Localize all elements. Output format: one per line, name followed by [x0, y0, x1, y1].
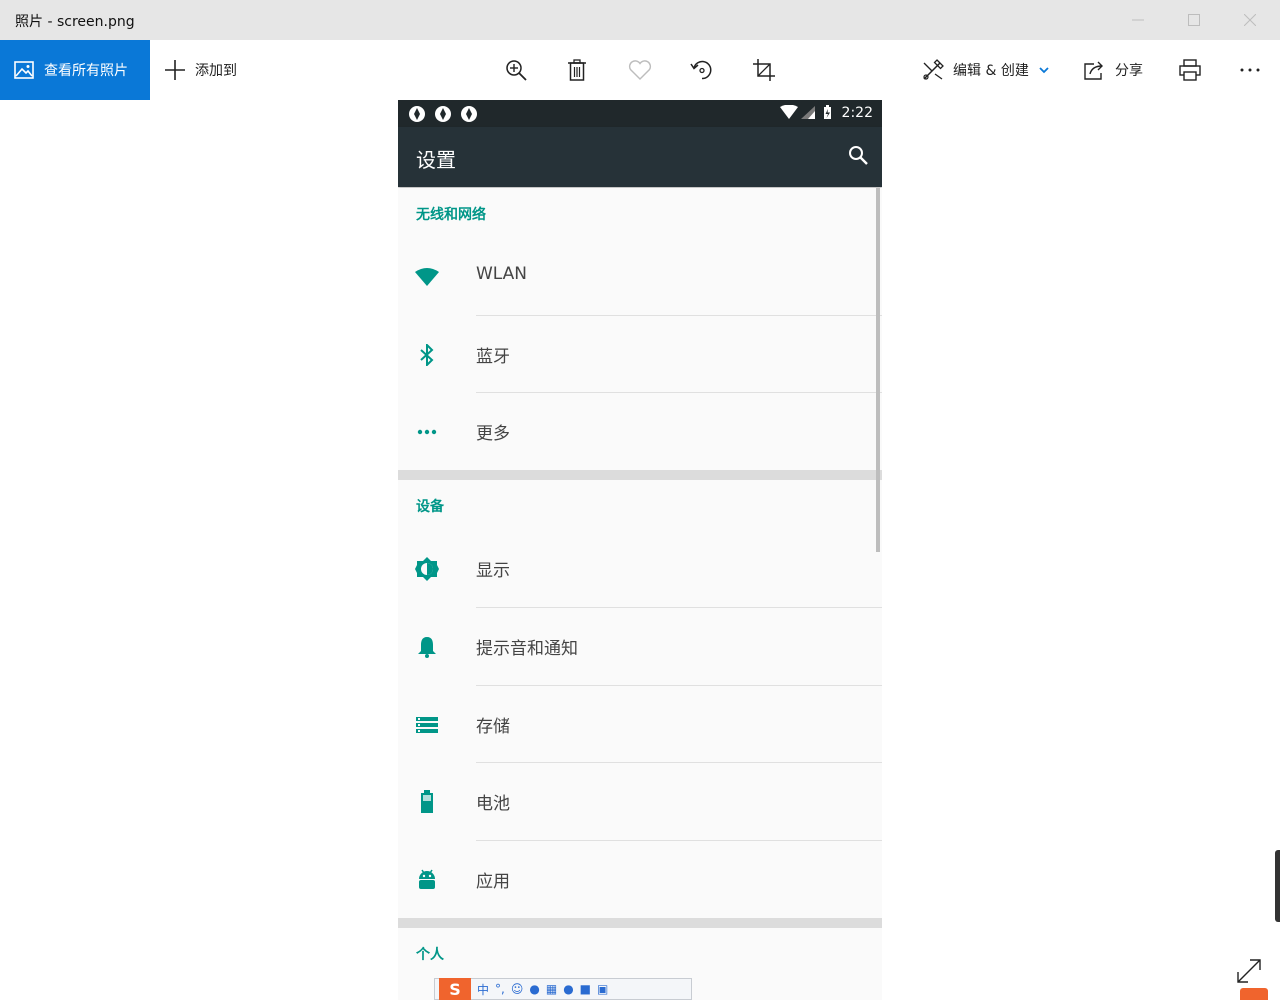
settings-item-sound-notification[interactable]: 提示音和通知 — [398, 608, 882, 685]
close-button[interactable] — [1222, 0, 1278, 40]
add-to-button[interactable]: 添加到 — [164, 40, 237, 100]
printer-icon — [1179, 59, 1201, 81]
photos-toolbar: 查看所有照片 添加到 编辑 & 创建 分享 — [0, 40, 1280, 100]
crop-icon — [753, 59, 775, 81]
settings-item-more[interactable]: 更多 — [398, 393, 882, 470]
settings-item-label: 显示 — [476, 561, 510, 581]
ime-emoji-icon: ☺ — [510, 982, 524, 996]
wifi-icon — [414, 264, 440, 290]
share-icon — [1084, 61, 1103, 80]
maximize-button[interactable] — [1166, 0, 1222, 40]
rotate-button[interactable] — [688, 56, 716, 84]
android-status-bar: 2:22 — [398, 100, 882, 127]
storage-icon — [414, 712, 440, 738]
device-section: 设备 显示 提示音和通知 存储 电池 应用 — [398, 480, 882, 918]
window-title: 照片 - screen.png — [15, 14, 135, 30]
ime-voice-icon: ● — [529, 982, 540, 996]
share-button[interactable]: 分享 — [1084, 40, 1143, 100]
close-icon — [1244, 14, 1256, 26]
ime-skin-icon: ■ — [579, 982, 592, 996]
settings-item-storage[interactable]: 存储 — [398, 686, 882, 763]
settings-item-label: 蓝牙 — [476, 347, 510, 367]
settings-item-label: 电池 — [476, 794, 510, 814]
settings-item-battery[interactable]: 电池 — [398, 763, 882, 840]
section-title: 个人 — [416, 947, 444, 963]
chevron-down-icon — [1039, 67, 1049, 74]
minimize-icon — [1132, 19, 1144, 21]
settings-title: 设置 — [416, 148, 456, 172]
wifi-signal-icon — [780, 105, 798, 119]
view-all-photos-button[interactable]: 查看所有照片 — [0, 40, 150, 100]
section-gap — [398, 470, 882, 480]
settings-item-wlan[interactable]: WLAN — [398, 238, 882, 315]
more-options-button[interactable] — [1236, 56, 1264, 84]
settings-app-bar: 设置 — [398, 127, 882, 187]
settings-item-label: 更多 — [476, 424, 510, 444]
print-button[interactable] — [1176, 56, 1204, 84]
ime-keyboard-icon: ▦ — [545, 982, 558, 996]
status-time: 2:22 — [841, 105, 873, 121]
ime-punctuation-icon: °, — [495, 982, 505, 996]
fullscreen-icon[interactable] — [1236, 958, 1262, 984]
section-gap — [398, 918, 882, 928]
favorite-button[interactable] — [626, 56, 654, 84]
ime-tray-icon — [1240, 988, 1268, 1000]
section-title: 无线和网络 — [416, 207, 486, 223]
brightness-icon — [414, 556, 440, 582]
battery-level-icon — [414, 789, 440, 815]
rotate-icon — [690, 60, 712, 80]
share-label: 分享 — [1115, 63, 1143, 79]
ime-user-icon: ● — [563, 982, 574, 996]
heart-icon — [628, 60, 652, 80]
side-panel-handle[interactable] — [1275, 850, 1280, 922]
photo-gallery-icon — [14, 61, 34, 79]
android-icon — [414, 867, 440, 893]
minimize-button[interactable] — [1110, 0, 1166, 40]
add-to-label: 添加到 — [195, 63, 237, 79]
notification-icons — [409, 106, 477, 122]
edit-create-label: 编辑 & 创建 — [953, 63, 1029, 79]
section-title: 设备 — [416, 499, 444, 515]
zoom-in-icon — [506, 60, 527, 81]
settings-item-label: 提示音和通知 — [476, 639, 578, 659]
settings-item-apps[interactable]: 应用 — [398, 841, 882, 918]
ime-mode: 中 — [477, 982, 490, 997]
search-icon[interactable] — [848, 145, 868, 165]
status-indicators — [780, 105, 831, 119]
scrollbar — [876, 188, 880, 552]
bell-icon — [414, 634, 440, 660]
ime-tools-icon: ▣ — [597, 982, 609, 996]
wireless-networks-section: 无线和网络 WLAN 蓝牙 更多 — [398, 188, 882, 470]
more-horizontal-icon — [1240, 68, 1260, 72]
android-screenshot: 2:22 设置 无线和网络 WLAN 蓝牙 更多 设备 显示 提示音和通知 存储… — [398, 100, 882, 1000]
delete-button[interactable] — [563, 56, 591, 84]
ime-logo-icon: S — [439, 978, 471, 1000]
maximize-icon — [1188, 14, 1200, 26]
settings-item-label: 存储 — [476, 717, 510, 737]
edit-create-button[interactable]: 编辑 & 创建 — [922, 40, 1049, 100]
window-titlebar: 照片 - screen.png — [0, 0, 1280, 40]
bluetooth-icon — [414, 342, 440, 368]
settings-item-bluetooth[interactable]: 蓝牙 — [398, 316, 882, 393]
edit-create-icon — [923, 59, 944, 80]
zoom-button[interactable] — [502, 56, 530, 84]
settings-item-display[interactable]: 显示 — [398, 530, 882, 607]
more-dots-icon — [414, 419, 440, 445]
view-all-photos-label: 查看所有照片 — [44, 63, 128, 79]
crop-button[interactable] — [750, 56, 778, 84]
plus-icon — [165, 60, 185, 80]
settings-item-label: 应用 — [476, 872, 510, 892]
settings-item-label: WLAN — [476, 264, 528, 284]
ime-toolbar: S 中 °, ☺ ● ▦ ● ■ ▣ — [434, 978, 692, 1000]
trash-icon — [568, 59, 586, 81]
